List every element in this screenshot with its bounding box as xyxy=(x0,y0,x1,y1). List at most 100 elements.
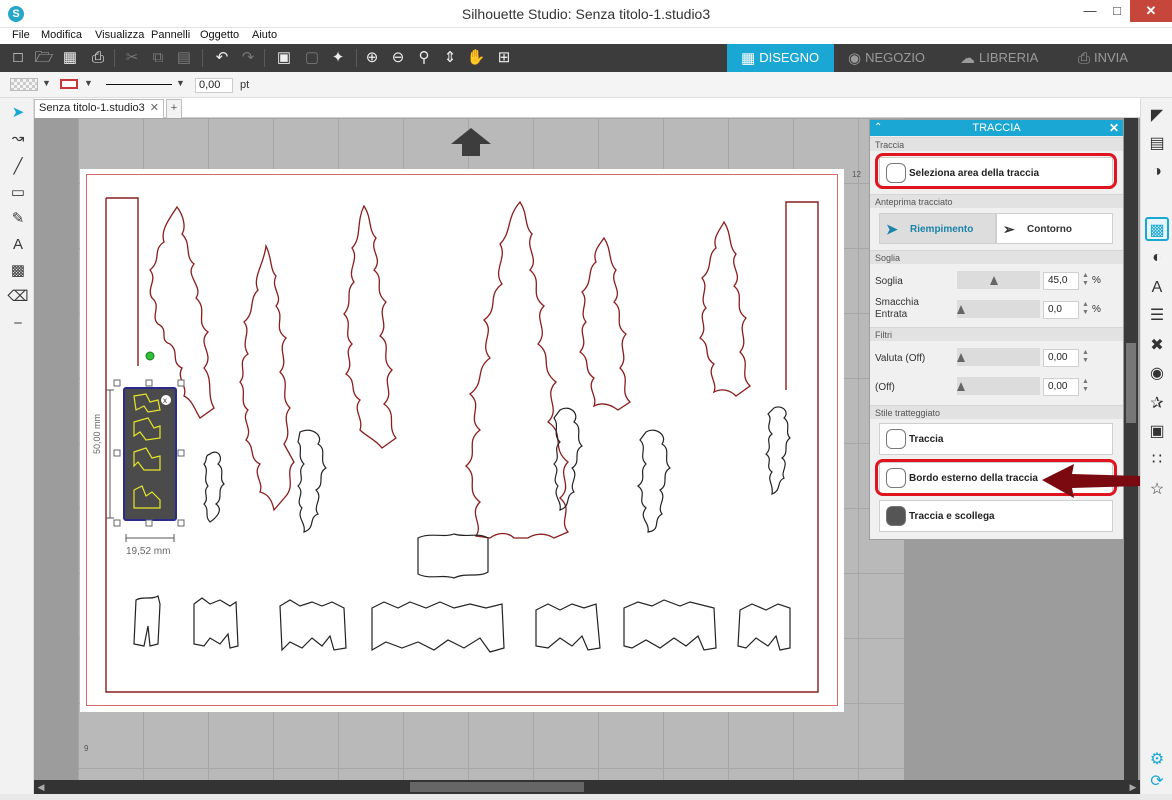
fit-page-icon[interactable]: ⇕ xyxy=(440,48,460,68)
minimize-button[interactable]: — xyxy=(1076,0,1104,22)
menu-pannelli[interactable]: Pannelli xyxy=(151,29,190,41)
pixscan-icon[interactable]: ▤ xyxy=(1145,132,1169,156)
selection-width-label: 19,52 mm xyxy=(126,546,171,557)
smudge-spinner[interactable]: ▲ ▼ xyxy=(1082,301,1089,317)
chevron-down-icon[interactable]: ▼ xyxy=(176,78,185,88)
edit-points-icon[interactable]: ✦ xyxy=(328,48,348,68)
trace-button[interactable]: Traccia xyxy=(879,423,1113,455)
page-setup-icon[interactable]: ◤ xyxy=(1145,104,1169,128)
new-document-icon[interactable]: □ xyxy=(8,48,28,68)
scroll-left-icon[interactable]: ◀ xyxy=(34,780,48,794)
trunk-piece xyxy=(279,599,347,652)
line-style-preview[interactable] xyxy=(106,84,172,85)
fill-tool-icon[interactable]: ▩ xyxy=(7,260,29,282)
threshold-input[interactable]: 45,0 xyxy=(1043,272,1079,290)
menu-file[interactable]: File xyxy=(12,29,30,41)
redo-icon[interactable]: ↷ xyxy=(238,48,258,68)
text-tool-icon[interactable]: A xyxy=(7,234,29,256)
modify-icon[interactable]: ◉ xyxy=(1145,362,1169,386)
horizontal-scrollbar[interactable]: ◀ ▶ xyxy=(34,780,1140,794)
line-tool-icon[interactable]: ╱ xyxy=(7,156,29,178)
filter-low-input[interactable]: 0,00 xyxy=(1043,378,1079,396)
sync-icon[interactable]: ⟳ xyxy=(1145,770,1169,794)
paste-icon[interactable]: ▤ xyxy=(174,48,194,68)
deselect-icon[interactable]: ▢ xyxy=(302,48,322,68)
select-arrow-icon[interactable]: ➤ xyxy=(7,102,29,124)
menu-visualizza[interactable]: Visualizza xyxy=(95,29,144,41)
new-tab-button[interactable]: + xyxy=(166,99,182,118)
tree-outline xyxy=(699,220,752,397)
star-icon[interactable]: ☆ xyxy=(1145,478,1169,502)
menu-oggetto[interactable]: Oggetto xyxy=(200,29,239,41)
pen-tool-icon[interactable]: ✎ xyxy=(7,208,29,230)
filter-high-slider[interactable] xyxy=(957,348,1040,366)
smudge-slider[interactable] xyxy=(957,300,1040,318)
fill-pattern-swatch[interactable] xyxy=(10,78,38,91)
preview-fill-option[interactable]: ➤ Riempimento xyxy=(879,213,996,244)
collapse-chevron-icon[interactable]: ⌃ xyxy=(874,120,882,136)
print-icon[interactable]: ⎙ xyxy=(88,48,108,68)
undo-icon[interactable]: ↶ xyxy=(212,48,232,68)
tab-libreria[interactable]: ☁ LIBRERIA xyxy=(960,44,1060,72)
slider-knob[interactable] xyxy=(957,353,965,362)
chevron-down-icon[interactable]: ▼ xyxy=(42,78,51,88)
smudge-input[interactable]: 0,0 xyxy=(1043,301,1079,319)
open-folder-icon[interactable]: 🗁 xyxy=(34,48,54,68)
trace-panel-icon[interactable]: ▩ xyxy=(1145,217,1169,241)
replicate-icon[interactable]: ✖ xyxy=(1145,334,1169,358)
line-color-swatch[interactable] xyxy=(60,79,78,89)
menu-modifica[interactable]: Modifica xyxy=(41,29,82,41)
contrast-icon[interactable]: ◐ xyxy=(1145,246,1169,270)
copy-icon[interactable]: ⧉ xyxy=(148,48,168,68)
preview-outline-option[interactable]: ➢ Contorno xyxy=(996,213,1113,244)
transform-icon[interactable]: ▣ xyxy=(1145,420,1169,444)
fish-fill-icon: ➤ xyxy=(886,221,898,237)
panel-close-icon[interactable]: ✕ xyxy=(1109,120,1119,136)
line-width-input[interactable]: 0,00 xyxy=(195,78,233,93)
eraser-icon[interactable]: ⌫ xyxy=(7,286,29,308)
tab-negozio[interactable]: ◉ NEGOZIO xyxy=(848,44,948,72)
zoom-out-icon[interactable]: ⊖ xyxy=(388,48,408,68)
close-button[interactable]: ✕ xyxy=(1130,0,1172,22)
send-icon: ⎙ xyxy=(1078,50,1091,67)
cloud-icon: ☁ xyxy=(960,50,975,67)
scroll-thumb[interactable] xyxy=(1126,343,1136,423)
threshold-slider[interactable] xyxy=(957,271,1040,289)
filter-low-slider[interactable] xyxy=(957,377,1040,395)
text-style-icon[interactable]: A xyxy=(1145,276,1169,300)
filter-low-spinner[interactable]: ▲ ▼ xyxy=(1082,378,1089,394)
zoom-select-icon[interactable]: ⚲ xyxy=(414,48,434,68)
tab-disegno[interactable]: ▦ DISEGNO xyxy=(727,44,834,72)
trace-and-detach-button[interactable]: Traccia e scollega xyxy=(879,500,1113,532)
sketch-icon[interactable]: ∷ xyxy=(1145,448,1169,472)
scroll-thumb[interactable] xyxy=(410,782,584,792)
tab-invia[interactable]: ⎙ INVIA xyxy=(1078,44,1158,72)
slider-knob[interactable] xyxy=(990,276,999,285)
rectangle-tool-icon[interactable]: ▭ xyxy=(7,182,29,204)
pan-hand-icon[interactable]: ✋ xyxy=(466,48,486,68)
slider-knob[interactable] xyxy=(957,305,965,314)
point-edit-icon[interactable]: ↝ xyxy=(7,128,29,150)
knife-icon[interactable]: ⎯ xyxy=(7,312,29,334)
vertical-scrollbar[interactable] xyxy=(1124,118,1138,780)
add-page-icon[interactable]: ⊞ xyxy=(494,48,514,68)
offset-icon[interactable]: ✰ xyxy=(1145,392,1169,416)
align-icon[interactable]: ☰ xyxy=(1145,304,1169,328)
close-tab-icon[interactable]: ✕ xyxy=(150,100,159,117)
highlight-box xyxy=(875,153,1117,189)
save-icon[interactable]: ▦ xyxy=(60,48,80,68)
document-tab[interactable]: Senza titolo-1.studio3 ✕ xyxy=(34,99,164,118)
select-all-icon[interactable]: ▣ xyxy=(274,48,294,68)
zoom-in-icon[interactable]: ⊕ xyxy=(362,48,382,68)
cut-icon[interactable]: ✂ xyxy=(122,48,142,68)
menu-aiuto[interactable]: Aiuto xyxy=(252,29,277,41)
filter-high-input[interactable]: 0,00 xyxy=(1043,349,1079,367)
settings-gear-icon[interactable]: ⚙ xyxy=(1145,748,1169,772)
slider-knob[interactable] xyxy=(957,382,965,391)
scroll-right-icon[interactable]: ▶ xyxy=(1126,780,1140,794)
fill-color-icon[interactable]: ◑ xyxy=(1145,160,1169,184)
chevron-down-icon[interactable]: ▼ xyxy=(84,78,93,88)
filter-high-spinner[interactable]: ▲ ▼ xyxy=(1082,349,1089,365)
maximize-button[interactable]: □ xyxy=(1104,0,1130,22)
threshold-spinner[interactable]: ▲ ▼ xyxy=(1082,272,1089,288)
